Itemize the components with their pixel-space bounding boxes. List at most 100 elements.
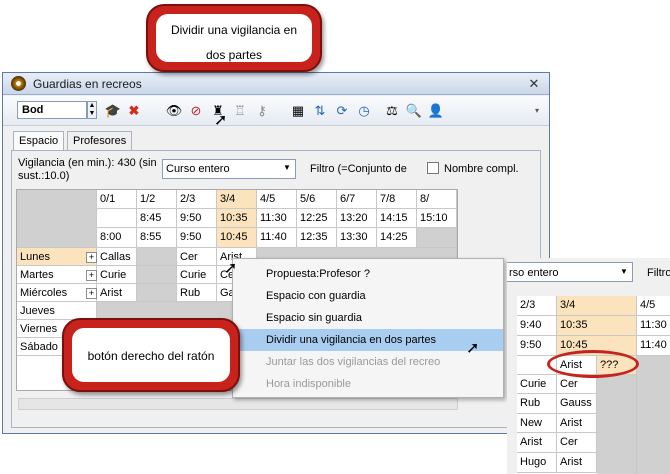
nombre-compl-checkbox[interactable] xyxy=(427,162,439,174)
start-time: 10:35 xyxy=(217,209,257,228)
inset-cell[interactable]: New xyxy=(517,414,557,433)
user-icon[interactable]: 👤 xyxy=(427,102,445,120)
start-time: 12:25 xyxy=(297,209,337,228)
inset-end: 9:50 xyxy=(517,336,557,356)
inset-cell[interactable]: Gauss xyxy=(557,394,597,414)
inset-cell[interactable]: Arist xyxy=(557,453,597,473)
highlight-ring xyxy=(547,350,639,378)
delete-x-icon[interactable]: ✖ xyxy=(125,102,143,120)
curso-select[interactable]: Curso entero ▼ xyxy=(162,159,296,179)
inset-cell[interactable]: Cer xyxy=(557,433,597,453)
start-time: 14:15 xyxy=(377,209,417,228)
chevron-down-icon: ▼ xyxy=(283,163,291,172)
inset-cell[interactable] xyxy=(597,375,637,474)
inset-start: 9:40 xyxy=(517,316,557,336)
period-header: 0/1 xyxy=(97,190,137,209)
close-icon[interactable]: ✕ xyxy=(525,76,543,92)
expand-icon[interactable]: + xyxy=(86,288,97,299)
period-header: 5/6 xyxy=(297,190,337,209)
clock-icon[interactable]: ◷ xyxy=(355,102,373,120)
start-time: 13:20 xyxy=(337,209,377,228)
period-header: 1/2 xyxy=(137,190,177,209)
end-time: 11:40 xyxy=(257,228,297,248)
inset-cell[interactable] xyxy=(637,356,670,474)
chevron-down-icon: ▼ xyxy=(620,267,628,276)
expand-icon[interactable]: + xyxy=(86,270,97,281)
menu-item-hora-indisponible[interactable]: Hora indisponible xyxy=(233,373,503,395)
app-icon xyxy=(11,76,26,91)
menu-item-propuesta[interactable]: Propuesta:Profesor ? xyxy=(233,263,503,285)
period-header: 6/7 xyxy=(337,190,377,209)
calculator-icon[interactable]: ▦ xyxy=(289,102,307,120)
period-header: 3/4 xyxy=(217,190,257,209)
inset-cell[interactable]: Arist xyxy=(557,414,597,433)
expand-icon[interactable]: + xyxy=(86,252,97,263)
inset-header: 3/4 xyxy=(557,296,637,316)
menu-item-juntar[interactable]: Juntar las dos vigilancias del recreo xyxy=(233,351,503,373)
mouse-cursor-icon: ➚ xyxy=(466,340,480,357)
period-header: 7/8 xyxy=(377,190,417,209)
tab-espacio[interactable]: Espacio xyxy=(13,131,65,150)
graduation-cap-icon[interactable]: 🎓 xyxy=(104,102,122,120)
period-header: 4/5 xyxy=(257,190,297,209)
inset-end: 11:40 xyxy=(637,336,670,356)
eye-icon[interactable]: 👁 xyxy=(165,102,183,120)
filtro-label: Filtro (=Conjunto de xyxy=(310,163,407,175)
toolbar-overflow-icon[interactable]: ▾ xyxy=(535,106,539,115)
inset-cell[interactable]: Curie xyxy=(517,375,557,394)
grid-corner xyxy=(17,190,97,248)
menu-item-dividir[interactable]: Dividir una vigilancia en dos partes xyxy=(233,329,503,351)
refresh-icon[interactable]: ⟳ xyxy=(333,102,351,120)
callout-right-click-text: botón derecho del ratón xyxy=(87,349,215,363)
start-time: 15:10 xyxy=(417,209,457,228)
day-label: Lunes xyxy=(17,248,97,266)
scale-icon[interactable]: ⚖ xyxy=(383,102,401,120)
context-menu: Propuesta:Profesor ? Espacio con guardia… xyxy=(232,258,504,398)
inset-curso-select[interactable]: rso entero ▼ xyxy=(507,262,633,282)
callout-right-click: botón derecho del ratón xyxy=(62,318,240,392)
inset-cell[interactable]: Arist xyxy=(517,433,557,453)
period-header: 2/3 xyxy=(177,190,217,209)
end-time: 13:30 xyxy=(337,228,377,248)
callout-split-line1: Dividir una vigilancia en xyxy=(170,23,298,37)
tab-profesores[interactable]: Profesores xyxy=(67,131,133,150)
inset-start: 11:30 xyxy=(637,316,670,336)
inset-filtro-label: Filtro xyxy=(647,267,670,279)
grid-cell[interactable]: Rub xyxy=(177,284,217,302)
menu-item-espacio-con-guardia[interactable]: Espacio con guardia xyxy=(233,285,503,307)
grid-cell[interactable] xyxy=(137,284,177,302)
eye-crossed-icon[interactable]: ⊘ xyxy=(187,102,205,120)
grid-cell[interactable] xyxy=(137,266,177,284)
start-time xyxy=(97,209,137,228)
end-time xyxy=(417,228,457,248)
callout-split: Dividir una vigilancia en dos partes xyxy=(146,4,322,72)
end-time: 9:50 xyxy=(177,228,217,248)
grid-cell[interactable]: Curie xyxy=(177,266,217,284)
grid-cell[interactable] xyxy=(137,248,177,266)
grid-cell[interactable]: Cer xyxy=(177,248,217,266)
tab-bar: Espacio Profesores xyxy=(11,131,541,151)
spin-buttons[interactable]: ▲ ▼ xyxy=(87,101,97,119)
horizontal-scrollbar[interactable] xyxy=(18,398,458,410)
inset-cell[interactable]: Rub xyxy=(517,394,557,414)
day-label: Martes xyxy=(17,266,97,284)
menu-item-espacio-sin-guardia[interactable]: Espacio sin guardia xyxy=(233,307,503,329)
import-icon[interactable]: ⇅ xyxy=(311,102,329,120)
inset-cell[interactable]: Hugo xyxy=(517,453,557,473)
end-time: 12:35 xyxy=(297,228,337,248)
end-time: 10:45 xyxy=(217,228,257,248)
teacher-combo[interactable]: Bod xyxy=(17,101,87,119)
teacher-split-icon[interactable]: ♖ xyxy=(231,102,249,120)
toolbar: Bod ▲ ▼ 🎓 ✖ 👁 ⊘ ♜ ♖ ⚷ ▦ ⇅ ⟳ ◷ ⚖ 🔍 👤 ▾ xyxy=(3,96,549,126)
mouse-cursor-icon: ➚ xyxy=(214,112,228,129)
start-time: 8:45 xyxy=(137,209,177,228)
grid-cell[interactable]: Curie xyxy=(97,266,137,284)
inset-header: 4/5 xyxy=(637,296,670,316)
curso-select-value: Curso entero xyxy=(166,163,230,175)
grid-cell[interactable]: Callas xyxy=(97,248,137,266)
mouse-cursor-icon: ➚ xyxy=(224,260,238,277)
end-time: 8:00 xyxy=(97,228,137,248)
search-icon[interactable]: 🔍 xyxy=(405,102,423,120)
key-icon[interactable]: ⚷ xyxy=(253,102,271,120)
grid-cell[interactable]: Arist xyxy=(97,284,137,302)
